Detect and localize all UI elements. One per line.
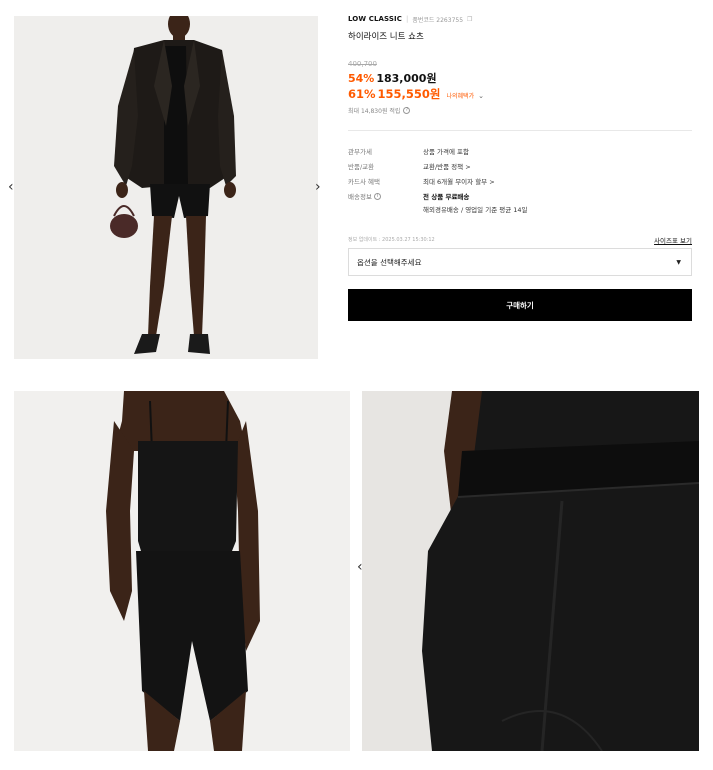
member-price: 155,550원 xyxy=(377,87,441,101)
divider xyxy=(348,130,692,131)
member-price-row[interactable]: 61% 155,550원 나의혜택가 ⌄ xyxy=(348,86,484,102)
product-info-panel: LOW CLASSIC | 품번코드 2263755 ❐ 하이라이즈 니트 쇼츠… xyxy=(348,14,692,321)
sale-price: 183,000원 xyxy=(376,72,437,85)
prev-arrow-icon-2[interactable]: ‹ xyxy=(357,560,363,574)
next-arrow-icon[interactable]: › xyxy=(315,180,321,194)
info-icon[interactable]: ? xyxy=(403,107,411,114)
spec-label: 관부가세 xyxy=(348,148,372,156)
spec-label: 카드사 혜택 xyxy=(348,178,380,186)
info-icon[interactable]: i xyxy=(373,192,381,200)
brand-row: LOW CLASSIC | 품번코드 2263755 ❐ xyxy=(348,14,692,24)
model-jacket-illustration xyxy=(14,16,318,359)
spec-label-shipping: 배송정보 i xyxy=(348,191,381,201)
points-info: 최대 14,830원 적립 ? xyxy=(348,106,411,115)
option-select[interactable]: 옵션을 선택해주세요 ▼ xyxy=(348,248,692,276)
buy-button[interactable]: 구매하기 xyxy=(348,289,692,321)
spec-value: 상품 가격에 포함 xyxy=(423,148,469,156)
model-tank-illustration xyxy=(14,391,350,751)
spec-label: 배송정보 xyxy=(348,193,372,201)
sale-price-row: 54% 183,000원 xyxy=(348,70,437,86)
prev-image-arrow[interactable]: ‹ xyxy=(14,181,15,195)
card-benefit-link[interactable]: 최대 6개월 무이자 할부 > xyxy=(423,176,495,186)
member-discount-rate: 61% xyxy=(348,87,376,101)
original-price: 400,700 xyxy=(348,60,377,68)
main-product-image[interactable]: ‹ xyxy=(14,16,318,359)
waistband-closeup-illustration xyxy=(362,391,699,751)
chevron-down-icon[interactable]: ⌄ xyxy=(478,92,484,100)
product-title: 하이라이즈 니트 쇼츠 xyxy=(348,32,424,42)
brand-separator: | xyxy=(405,15,409,23)
free-shipping-text: 전 상품 무료배송 xyxy=(423,193,470,201)
discount-rate: 54% xyxy=(348,72,375,85)
caret-down-icon: ▼ xyxy=(676,259,681,266)
shipping-detail-text: 해외경유배송 / 영업일 기준 평균 14일 xyxy=(423,206,528,214)
update-time: 정보 업데이트 : 2025.03.27 15:30:12 xyxy=(348,237,435,243)
product-image-3[interactable] xyxy=(362,391,699,751)
copy-icon[interactable]: ❐ xyxy=(467,16,472,23)
brand-name[interactable]: LOW CLASSIC xyxy=(348,15,402,23)
return-policy-link[interactable]: 교환/반품 정책 > xyxy=(423,161,471,171)
size-guide-link[interactable]: 사이즈표 보기 xyxy=(654,235,692,245)
points-text: 최대 14,830원 적립 xyxy=(348,108,401,115)
product-number: 품번코드 2263755 xyxy=(412,16,464,24)
spec-label: 반품/교환 xyxy=(348,163,375,171)
my-benefit-label: 나의혜택가 xyxy=(446,93,475,100)
product-image-2[interactable] xyxy=(14,391,350,751)
prev-arrow-icon[interactable]: ‹ xyxy=(8,180,14,194)
option-placeholder: 옵션을 선택해주세요 xyxy=(357,257,422,267)
